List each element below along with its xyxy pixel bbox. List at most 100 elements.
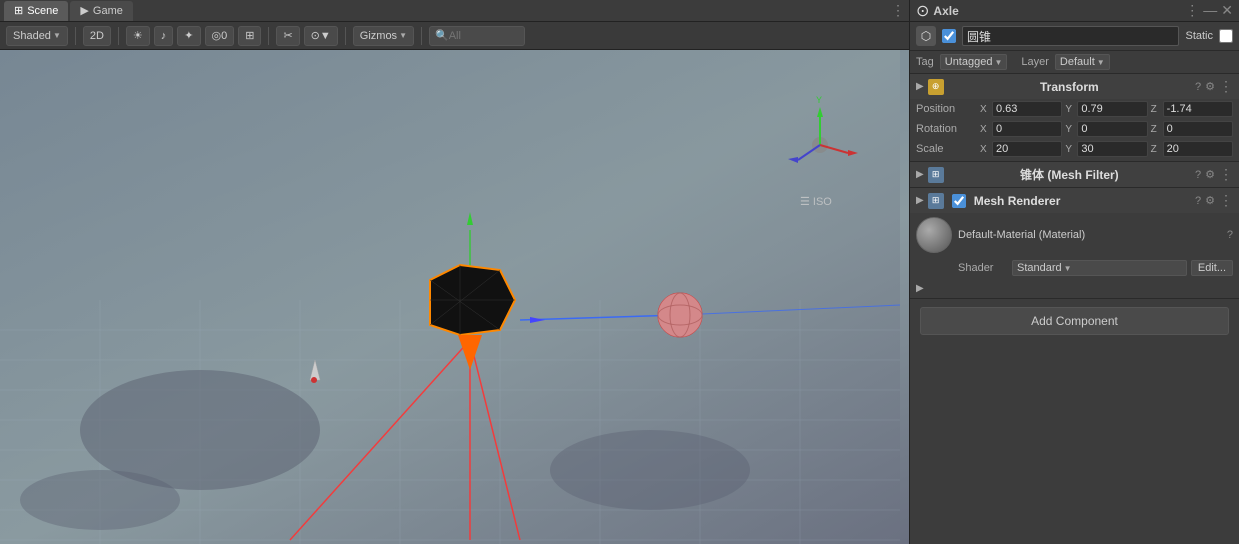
shading-dropdown[interactable]: Shaded ▼ (6, 26, 68, 46)
tab-scene[interactable]: ⊞ Scene (4, 1, 68, 21)
mesh-filter-settings-button[interactable]: ⚙ (1205, 168, 1215, 181)
effects-button[interactable]: ✦ (177, 26, 200, 46)
position-x-label: X (980, 104, 990, 115)
add-component-button[interactable]: Add Component (920, 307, 1229, 335)
grid-button[interactable]: ⊞ (238, 26, 261, 46)
inspector-close-button[interactable]: ✕ (1221, 2, 1233, 19)
rotation-x-input[interactable] (992, 121, 1062, 137)
mesh-filter-header[interactable]: ▶ ⊞ 锥体 (Mesh Filter) ? ⚙ ⋮ (910, 162, 1239, 187)
scale-z-input[interactable] (1163, 141, 1233, 157)
mesh-renderer-component: ▶ ⊞ Mesh Renderer ? ⚙ ⋮ Default-Material… (910, 188, 1239, 299)
material-expand-row[interactable]: ▶ (910, 279, 1239, 298)
mesh-filter-menu-button[interactable]: ⋮ (1219, 166, 1233, 183)
material-help-button[interactable]: ? (1227, 229, 1233, 241)
mesh-renderer-title: Mesh Renderer (974, 194, 1191, 208)
sep1 (75, 27, 76, 45)
lighting-button[interactable]: ☀ (126, 26, 150, 46)
shader-dropdown[interactable]: Standard ▼ (1012, 260, 1187, 276)
material-expand-arrow: ▶ (916, 283, 924, 294)
object-name-input[interactable] (962, 26, 1179, 46)
mesh-renderer-help-button[interactable]: ? (1195, 195, 1201, 207)
inspector-lock-button[interactable]: ⋮ (1185, 2, 1199, 19)
transform-settings-button[interactable]: ⚙ (1205, 80, 1215, 93)
search-box[interactable]: 🔍 (429, 26, 525, 46)
transform-icon: ⊕ (928, 79, 944, 95)
mesh-renderer-collapse-arrow: ▶ (916, 195, 924, 206)
tag-dropdown-arrow: ▼ (994, 58, 1002, 67)
scale-x-label: X (980, 144, 990, 155)
position-y-field: Y (1065, 101, 1147, 117)
game-tab-icon: ▶ (80, 4, 88, 17)
object-active-checkbox[interactable] (942, 29, 956, 43)
rotation-row: Rotation X Y Z (910, 119, 1239, 139)
pivot-button[interactable]: ⊙▼ (304, 26, 338, 46)
occluder-button[interactable]: ◎0 (205, 26, 235, 46)
scale-y-input[interactable] (1077, 141, 1147, 157)
search-icon: 🔍 (435, 29, 449, 42)
position-row: Position X Y Z (910, 99, 1239, 119)
rotation-z-input[interactable] (1163, 121, 1233, 137)
mesh-renderer-header[interactable]: ▶ ⊞ Mesh Renderer ? ⚙ ⋮ (910, 188, 1239, 213)
inspector-title: Axle (933, 4, 958, 18)
2d-button[interactable]: 2D (83, 26, 111, 46)
tab-game[interactable]: ▶ Game (70, 1, 132, 21)
rotation-z-label: Z (1151, 124, 1161, 135)
mesh-filter-help-button[interactable]: ? (1195, 169, 1201, 181)
position-z-label: Z (1151, 104, 1161, 115)
transform-header[interactable]: ▶ ⊕ Transform ? ⚙ ⋮ (910, 74, 1239, 99)
mesh-filter-collapse-arrow: ▶ (916, 169, 924, 180)
scale-z-field: Z (1151, 141, 1233, 157)
shader-row: Shader Standard ▼ Edit... (910, 257, 1239, 279)
search-input[interactable] (449, 30, 519, 42)
mesh-renderer-settings-button[interactable]: ⚙ (1205, 194, 1215, 207)
scale-xyz-group: X Y Z (980, 141, 1233, 157)
inspector-body: ⬡ Static Tag Untagged ▼ Layer Default ▼ (910, 22, 1239, 544)
audio-button[interactable]: ♪ (154, 26, 174, 46)
scale-y-label: Y (1065, 144, 1075, 155)
scale-label: Scale (916, 143, 976, 155)
scale-x-field: X (980, 141, 1062, 157)
gizmos-dropdown[interactable]: Gizmos ▼ (353, 26, 414, 46)
tag-layer-row: Tag Untagged ▼ Layer Default ▼ (910, 51, 1239, 74)
scene-tab-label: Scene (27, 5, 58, 17)
mesh-renderer-icon: ⊞ (928, 193, 944, 209)
viewport-area: ⊞ Scene ▶ Game ⋮ Shaded ▼ 2D ☀ ♪ ✦ ◎0 (0, 0, 909, 544)
material-info: Default-Material (Material) (958, 229, 1221, 241)
svg-text:☰ ISO: ☰ ISO (800, 196, 832, 208)
object-icon: ⬡ (916, 26, 936, 46)
inspector-header: ⊙ Axle ⋮ — ✕ (910, 0, 1239, 22)
game-tab-label: Game (93, 5, 123, 17)
tools-button[interactable]: ✂ (276, 26, 299, 46)
shader-dropdown-arrow: ▼ (1064, 264, 1072, 273)
rotation-x-label: X (980, 124, 990, 135)
tab-more-button[interactable]: ⋮ (891, 2, 905, 19)
inspector-icon: ⊙ (916, 1, 929, 21)
scene-svg: Y ☰ ISO (0, 50, 909, 544)
shader-edit-button[interactable]: Edit... (1191, 260, 1233, 276)
transform-help-button[interactable]: ? (1195, 81, 1201, 93)
position-y-input[interactable] (1077, 101, 1147, 117)
rotation-y-input[interactable] (1077, 121, 1147, 137)
mesh-renderer-active-checkbox[interactable] (952, 194, 966, 208)
scale-x-input[interactable] (992, 141, 1062, 157)
position-x-input[interactable] (992, 101, 1062, 117)
layer-dropdown[interactable]: Default ▼ (1055, 54, 1110, 70)
sep3 (268, 27, 269, 45)
mesh-renderer-menu-button[interactable]: ⋮ (1219, 192, 1233, 209)
tag-dropdown[interactable]: Untagged ▼ (940, 54, 1008, 70)
sep4 (345, 27, 346, 45)
scene-toolbar: Shaded ▼ 2D ☀ ♪ ✦ ◎0 ⊞ ✂ ⊙▼ Gizmos ▼ 🔍 (0, 22, 909, 50)
scene-canvas[interactable]: Y ☰ ISO (0, 50, 909, 544)
transform-collapse-arrow: ▶ (916, 81, 924, 92)
object-header: ⬡ Static (910, 22, 1239, 51)
scale-y-field: Y (1065, 141, 1147, 157)
rotation-x-field: X (980, 121, 1062, 137)
inspector-more-button[interactable]: — (1203, 2, 1217, 19)
mesh-filter-icon: ⊞ (928, 167, 944, 183)
shader-value: Standard (1017, 262, 1062, 274)
static-checkbox[interactable] (1219, 29, 1233, 43)
rotation-y-field: Y (1065, 121, 1147, 137)
position-label: Position (916, 103, 976, 115)
position-z-input[interactable] (1163, 101, 1233, 117)
transform-menu-button[interactable]: ⋮ (1219, 78, 1233, 95)
